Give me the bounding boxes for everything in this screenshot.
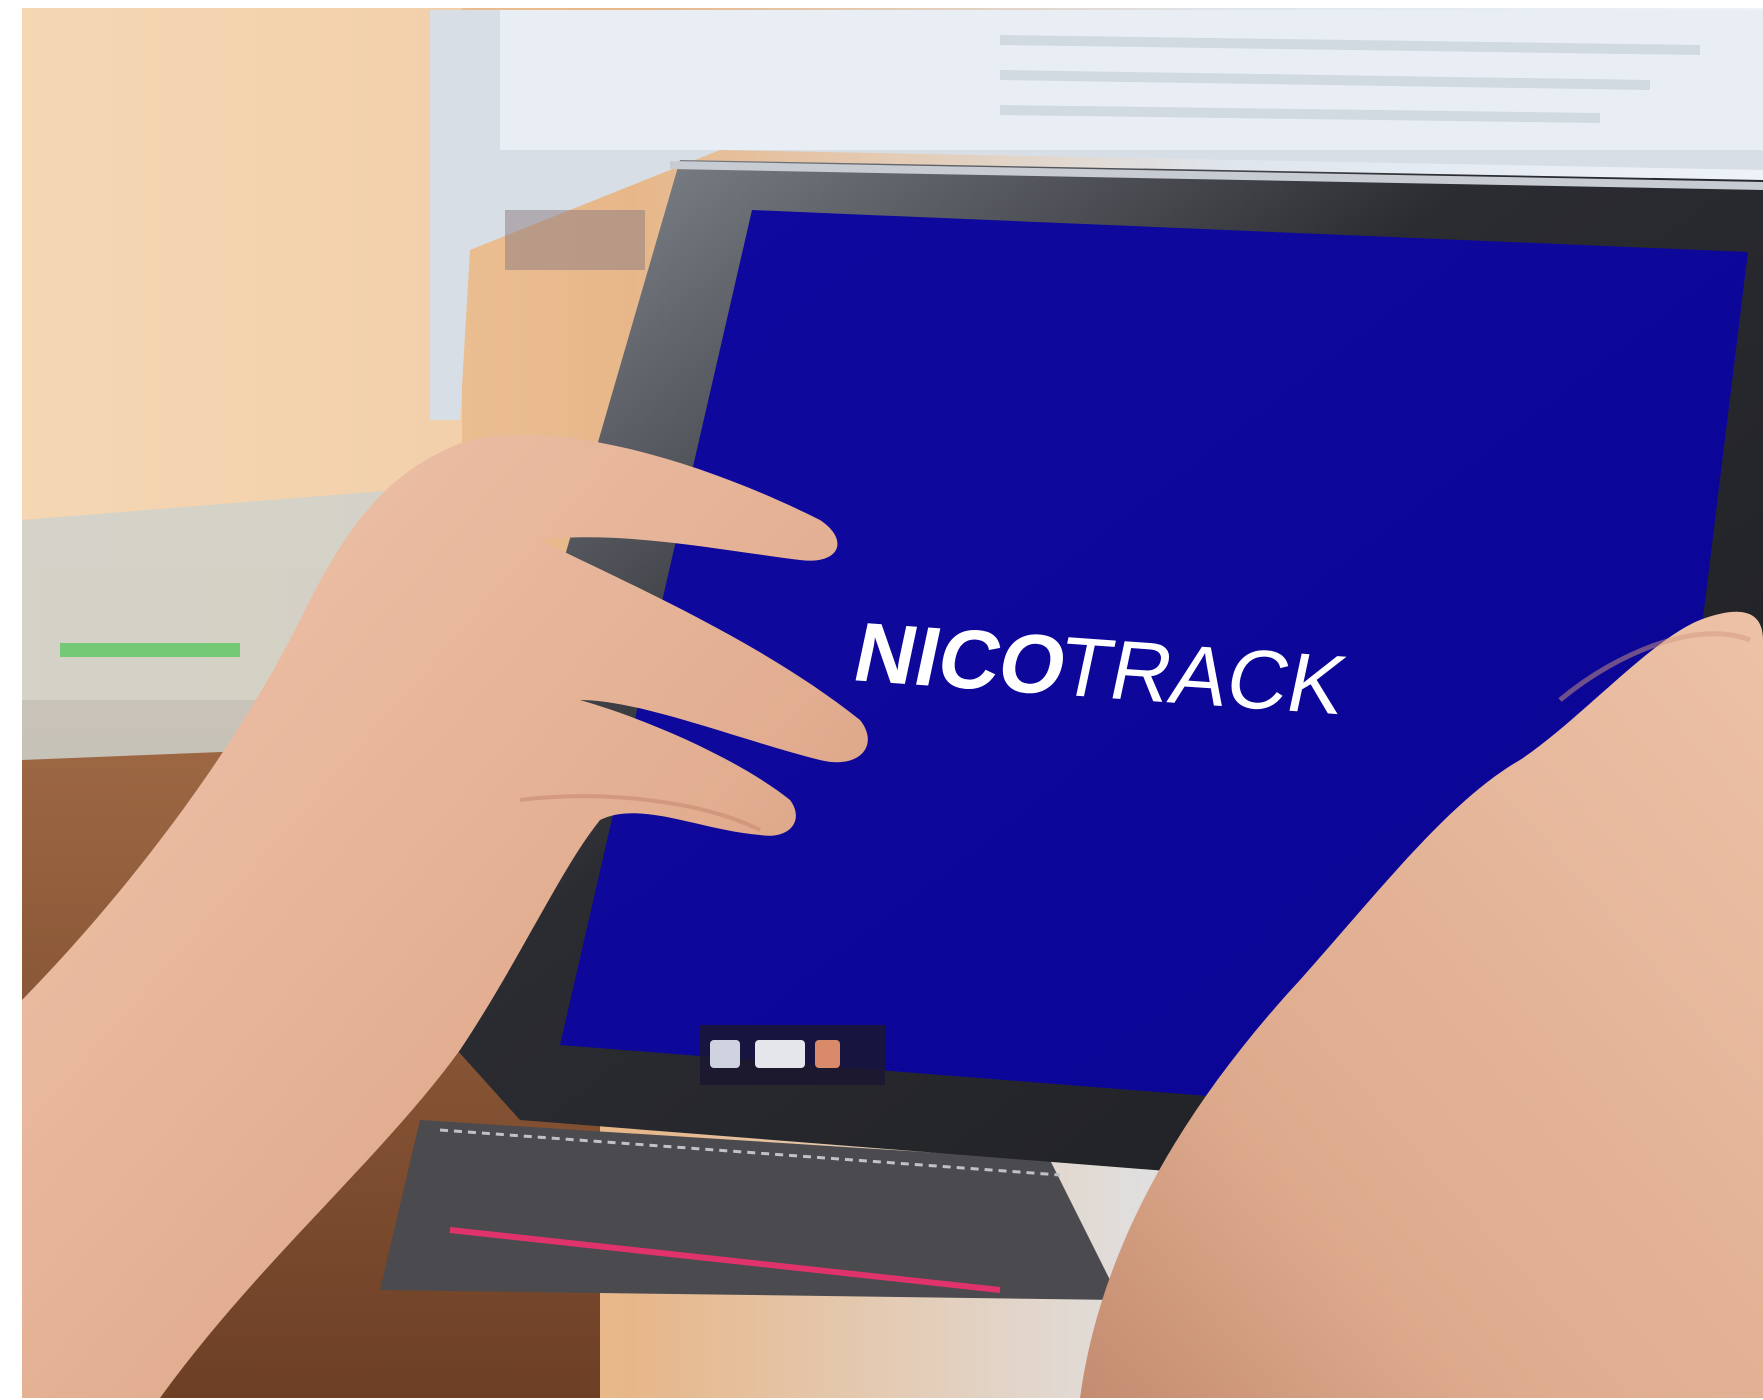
dock-icon-b: [755, 1040, 805, 1068]
logo-bold-text: NICO: [846, 605, 1075, 712]
dock-icon-c: [815, 1040, 840, 1068]
dock-icon-a: [710, 1040, 740, 1068]
photo-illustration: NICO TRACK: [0, 0, 1763, 1400]
photo-scene: NICO TRACK: [0, 0, 1763, 1400]
logo-light-text: TRACK: [1051, 620, 1355, 732]
